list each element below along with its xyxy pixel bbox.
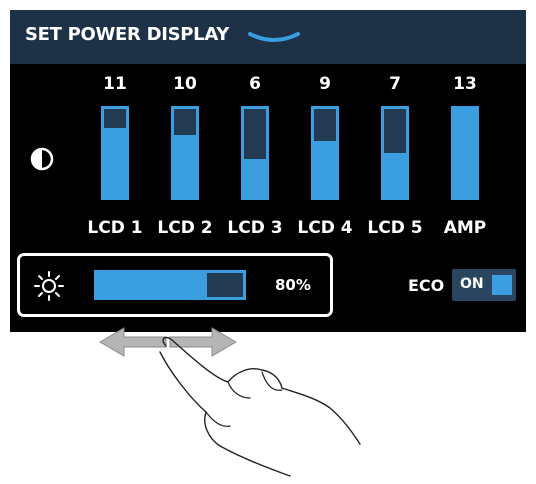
swipe-arrow-right: [169, 327, 237, 357]
contrast-level-value: 9: [319, 74, 331, 94]
brightness-slider[interactable]: [94, 270, 246, 300]
brightness-slider-fill: [97, 273, 207, 297]
contrast-bar-lcd1[interactable]: [101, 106, 129, 200]
page-title: SET POWER DISPLAY: [25, 24, 229, 45]
header-bar: SET POWER DISPLAY: [10, 10, 526, 64]
contrast-bar-fill: [314, 140, 336, 197]
contrast-bar-fill: [454, 109, 476, 197]
contrast-bar-lcd4[interactable]: [311, 106, 339, 200]
eco-toggle[interactable]: ON: [452, 269, 516, 301]
swipe-arrow-left: [99, 327, 167, 357]
contrast-level-value: 13: [453, 74, 477, 94]
display-name-label: LCD 4: [297, 218, 353, 238]
chevron-down-icon[interactable]: [248, 30, 300, 46]
sun-icon: [34, 271, 64, 301]
contrast-level-value: 11: [103, 74, 127, 94]
contrast-bar-fill: [174, 134, 196, 197]
device-screen: SET POWER DISPLAY 11 LCD 1 10 LCD 2 6 LCD 3 9 L…: [10, 10, 526, 332]
display-name-label: AMP: [443, 218, 487, 238]
contrast-level-value: 10: [173, 74, 197, 94]
brightness-value: 80%: [275, 276, 311, 294]
contrast-bar-fill: [104, 128, 126, 197]
display-name-label: LCD 1: [87, 218, 143, 238]
contrast-bar-amp[interactable]: [451, 106, 479, 200]
contrast-bar-fill: [384, 153, 406, 197]
contrast-bar-lcd5[interactable]: [381, 106, 409, 200]
contrast-bar-lcd3[interactable]: [241, 106, 269, 200]
eco-toggle-knob: [492, 275, 512, 295]
eco-toggle-state: ON: [460, 276, 484, 292]
display-name-label: LCD 2: [157, 218, 213, 238]
brightness-row[interactable]: 80%: [17, 253, 333, 317]
contrast-bar-lcd2[interactable]: [171, 106, 199, 200]
display-name-label: LCD 5: [367, 218, 423, 238]
contrast-icon: [30, 147, 54, 171]
display-name-label: LCD 3: [227, 218, 283, 238]
contrast-bar-fill: [244, 159, 266, 197]
eco-label: ECO: [408, 276, 445, 295]
contrast-level-value: 7: [389, 74, 401, 94]
contrast-level-value: 6: [249, 74, 261, 94]
